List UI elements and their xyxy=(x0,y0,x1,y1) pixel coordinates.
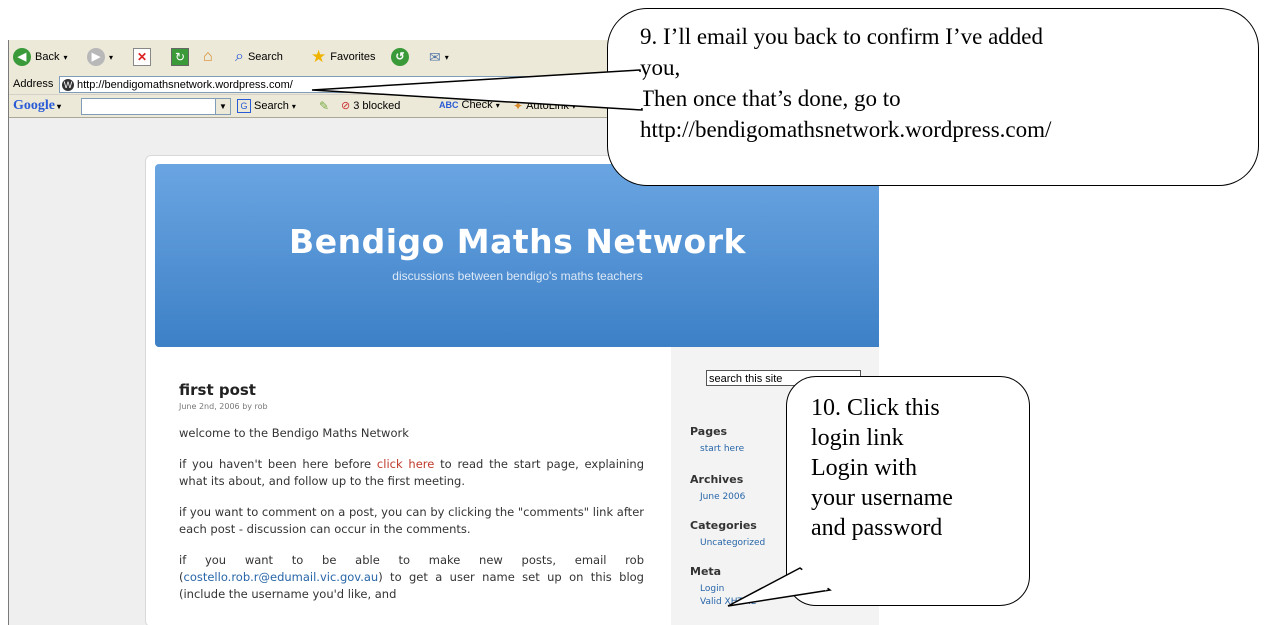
search-label: Search xyxy=(247,51,283,63)
page-viewport: Bendigo Maths Network discussions betwee… xyxy=(9,118,879,625)
back-arrow-icon: ◀ xyxy=(13,48,31,66)
post-title[interactable]: first post xyxy=(179,381,644,399)
favorites-button[interactable]: ★ Favorites xyxy=(311,46,376,68)
callout-step-10-text: 10. Click this login link Login with you… xyxy=(811,393,953,543)
history-icon: ↺ xyxy=(391,48,409,66)
callout-line: Then once that’s done, go to xyxy=(640,86,901,111)
mail-button[interactable]: ✉ ▾ xyxy=(429,46,449,68)
callout-step-10: 10. Click this login link Login with you… xyxy=(786,376,1030,606)
callout-line: 10. Click this xyxy=(811,395,940,421)
callout-line: you, xyxy=(640,55,681,80)
uncategorized-link[interactable]: Uncategorized xyxy=(700,538,765,548)
autolink-label: AutoLink xyxy=(526,100,569,112)
chevron-down-icon: ▾ xyxy=(55,102,62,111)
meta-heading: Meta xyxy=(690,565,722,578)
blocked-label: 3 blocked xyxy=(353,99,401,112)
email-link[interactable]: costello.rob.r@edumail.vic.gov.au xyxy=(184,570,379,584)
refresh-button[interactable]: ↻ xyxy=(171,46,189,68)
google-logo[interactable]: Google ▾ xyxy=(13,98,61,114)
news-icon: ✎ xyxy=(319,99,330,113)
pages-heading: Pages xyxy=(690,425,728,438)
google-search-label: Search xyxy=(254,100,289,112)
back-button[interactable]: ◀ Back ▾ xyxy=(13,46,67,68)
mail-icon: ✉ xyxy=(429,48,441,65)
favorites-label: Favorites xyxy=(330,51,376,63)
chevron-down-icon: ▾ xyxy=(444,52,449,62)
post-meta: June 2nd, 2006 by rob xyxy=(179,402,268,411)
callout-line: Login with xyxy=(811,455,917,481)
check-label: Check xyxy=(461,99,493,111)
spell-check-button[interactable]: ABC Check ▾ xyxy=(439,99,500,111)
spellcheck-icon: ABC xyxy=(439,100,459,110)
post-text: if you haven't been here before xyxy=(179,457,377,471)
address-url: http://bendigomathsnetwork.wordpress.com… xyxy=(77,78,293,91)
home-icon: ⌂ xyxy=(203,48,213,65)
june-2006-link[interactable]: June 2006 xyxy=(700,492,745,502)
archives-heading: Archives xyxy=(690,473,744,486)
google-g-icon: G xyxy=(237,99,251,113)
autolink-button[interactable]: ✦ AutoLink ▾ xyxy=(513,99,576,113)
callout-line: 9. I’ll email you back to confirm I’ve a… xyxy=(640,24,1043,49)
wordpress-icon: W xyxy=(62,78,74,91)
address-field[interactable]: W http://bendigomathsnetwork.wordpress.c… xyxy=(59,76,641,93)
callout-step-9-text: 9. I’ll email you back to confirm I’ve a… xyxy=(640,21,1051,145)
google-search-button[interactable]: G Search ▾ xyxy=(237,99,296,113)
forward-button[interactable]: ▶ ▾ xyxy=(87,46,113,68)
popup-blocked-icon: ⊘ xyxy=(341,100,351,112)
address-label: Address xyxy=(13,78,54,90)
google-dropdown-button[interactable]: ▼ xyxy=(215,98,231,115)
categories-heading: Categories xyxy=(690,519,757,532)
valid-xhtml-link[interactable]: Valid XHTML xyxy=(700,597,756,607)
back-label: Back xyxy=(35,51,60,63)
popup-blocker-button[interactable]: ⊘ 3 blocked xyxy=(341,99,401,113)
login-link[interactable]: Login xyxy=(700,584,724,594)
blog-page: Bendigo Maths Network discussions betwee… xyxy=(145,155,879,625)
callout-line: login link xyxy=(811,425,904,451)
chevron-down-icon: ▾ xyxy=(495,100,500,110)
post-paragraph: welcome to the Bendigo Maths Network xyxy=(179,426,409,440)
post-paragraph: if you want to comment on a post, you ca… xyxy=(179,505,644,536)
stop-icon: ✕ xyxy=(133,48,151,66)
post-paragraph: if you want to be able to make new posts… xyxy=(179,552,644,603)
refresh-icon: ↻ xyxy=(171,48,189,66)
click-here-link[interactable]: click here xyxy=(377,457,434,471)
site-tagline: discussions between bendigo's maths teac… xyxy=(392,269,643,283)
google-search-input[interactable] xyxy=(81,98,223,115)
history-button[interactable]: ↺ xyxy=(391,46,409,68)
post-paragraph: if you haven't been here before click he… xyxy=(179,456,644,490)
magnifier-icon: ⌕ xyxy=(235,48,244,65)
callout-step-9: 9. I’ll email you back to confirm I’ve a… xyxy=(607,8,1259,186)
chevron-down-icon: ▾ xyxy=(571,101,576,111)
chevron-down-icon: ▾ xyxy=(63,52,68,62)
chevron-down-icon: ▾ xyxy=(291,101,296,111)
callout-line: your username xyxy=(811,485,953,511)
site-title[interactable]: Bendigo Maths Network xyxy=(155,222,879,261)
stop-button[interactable]: ✕ xyxy=(133,46,151,68)
autolink-icon: ✦ xyxy=(513,99,524,113)
star-icon: ★ xyxy=(311,47,327,66)
forward-arrow-icon: ▶ xyxy=(87,48,105,66)
start-here-link[interactable]: start here xyxy=(700,444,744,454)
home-button[interactable]: ⌂ xyxy=(203,46,213,68)
google-logo-text: Google xyxy=(13,98,55,113)
blog-post: first post June 2nd, 2006 by rob welcome… xyxy=(179,381,644,603)
search-button[interactable]: ⌕ Search xyxy=(235,46,283,68)
callout-line: and password xyxy=(811,515,943,541)
callout-line: http://bendigomathsnetwork.wordpress.com… xyxy=(640,117,1052,142)
chevron-down-icon: ▾ xyxy=(109,52,114,62)
news-button[interactable]: ✎ xyxy=(319,99,329,113)
site-header[interactable]: Bendigo Maths Network discussions betwee… xyxy=(155,164,879,347)
